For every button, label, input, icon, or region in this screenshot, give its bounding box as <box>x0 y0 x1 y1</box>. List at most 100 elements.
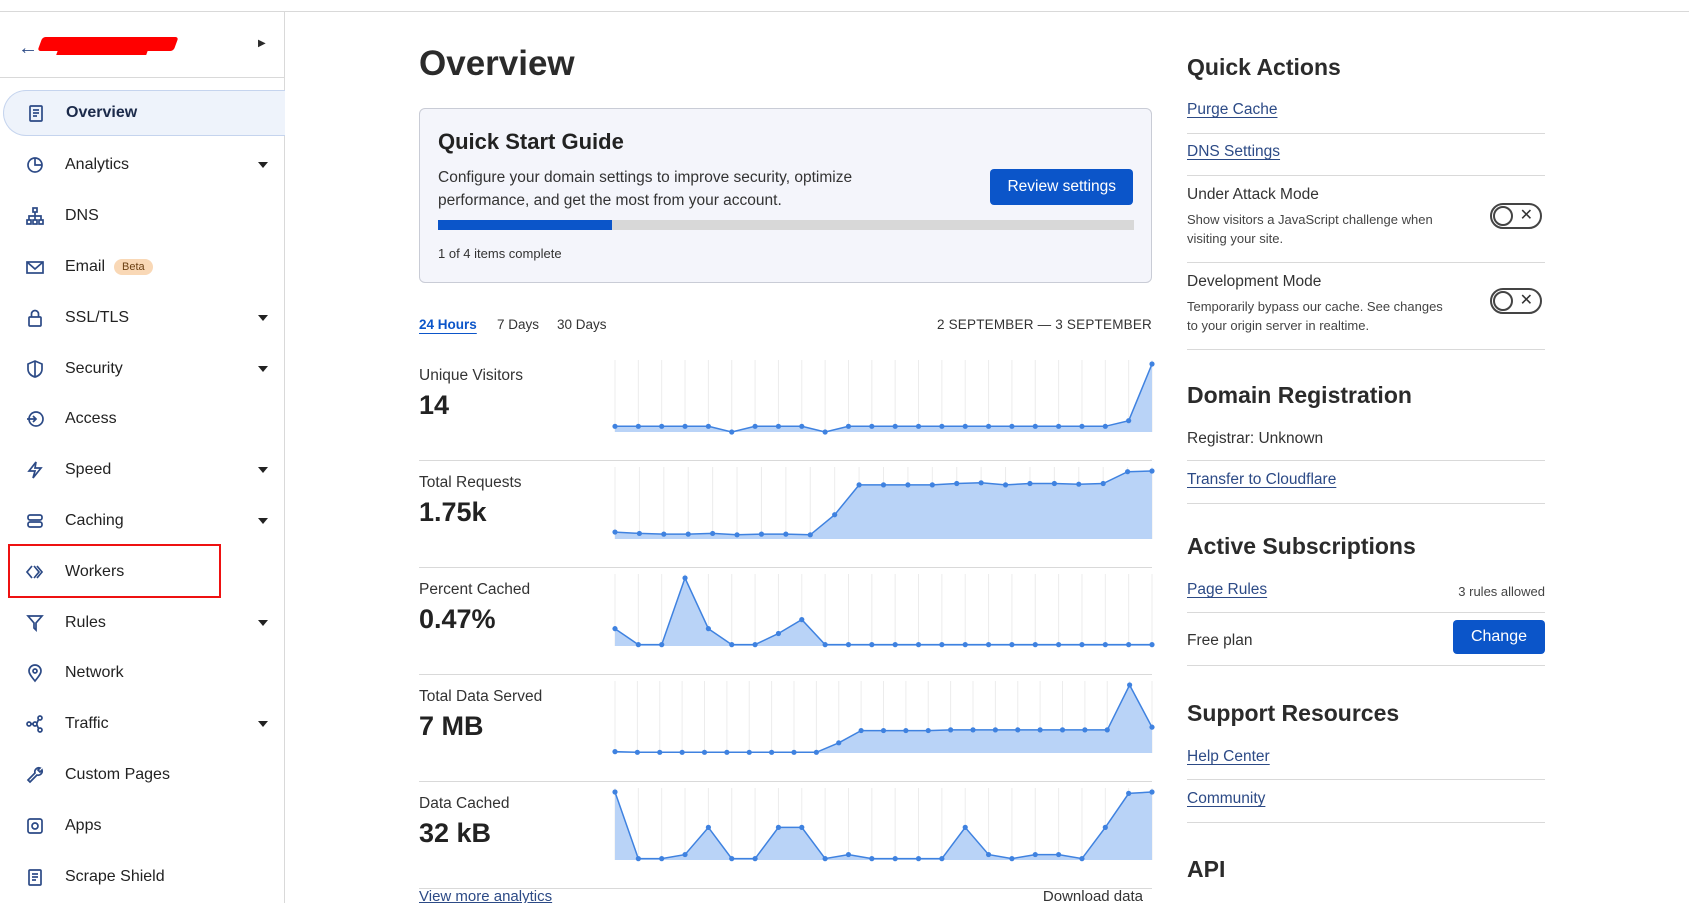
plan-row: Free plan Change <box>1187 620 1545 666</box>
data-point <box>769 749 775 755</box>
review-settings-button[interactable]: Review settings <box>990 169 1133 205</box>
data-point <box>813 749 819 755</box>
sidebar-item-ssl-tls[interactable]: SSL/TLS <box>0 292 284 343</box>
storage-icon <box>24 510 46 532</box>
chevron-down-icon[interactable] <box>258 365 268 372</box>
data-point <box>729 856 735 862</box>
sidebar-item-custom-pages[interactable]: Custom Pages <box>0 750 284 801</box>
sidebar-item-access[interactable]: Access <box>0 394 284 445</box>
chevron-down-icon[interactable] <box>258 162 268 169</box>
data-point <box>1056 423 1062 429</box>
data-point <box>1126 642 1132 648</box>
data-point <box>799 423 805 429</box>
quick-start-title: Quick Start Guide <box>438 129 624 154</box>
sidebar-item-workers[interactable]: Workers <box>0 546 284 597</box>
toggle-knob <box>1493 291 1513 311</box>
chevron-down-icon[interactable] <box>258 467 268 474</box>
envelope-icon <box>24 256 46 278</box>
data-point <box>1102 642 1108 648</box>
data-point <box>1126 418 1132 424</box>
under-attack-row: Under Attack Mode Show visitors a JavaSc… <box>1187 186 1545 263</box>
data-point <box>705 423 711 429</box>
data-point <box>783 531 789 537</box>
data-point <box>962 824 968 830</box>
lightning-icon <box>24 459 46 481</box>
data-point <box>705 824 711 830</box>
page-rules-link[interactable]: Page Rules <box>1187 581 1267 598</box>
data-point <box>710 530 716 537</box>
tab-7-days[interactable]: 7 Days <box>497 317 539 332</box>
sidebar: ← ▶ Overview Analytics DNS Email Beta SSL/TLS… <box>0 12 285 903</box>
data-point <box>659 423 665 429</box>
sidebar-item-overview[interactable]: Overview <box>3 90 285 136</box>
document-icon <box>24 866 46 888</box>
change-plan-button[interactable]: Change <box>1452 620 1545 654</box>
dev-mode-toggle[interactable]: ✕ <box>1490 288 1542 314</box>
data-point <box>791 749 797 755</box>
sidebar-item-dns[interactable]: DNS <box>0 191 284 242</box>
view-more-analytics-link[interactable]: View more analytics <box>419 888 552 903</box>
data-point <box>1076 481 1082 487</box>
sidebar-item-scrape-shield[interactable]: Scrape Shield <box>0 851 284 902</box>
dev-mode-row: Development Mode Temporarily bypass our … <box>1187 273 1545 350</box>
chevron-down-icon[interactable] <box>258 517 268 524</box>
data-point <box>682 423 688 429</box>
tab-30-days[interactable]: 30 Days <box>557 317 607 332</box>
data-point <box>1037 727 1043 733</box>
data-point <box>746 749 752 755</box>
sparkline-chart <box>612 788 1155 862</box>
sidebar-item-label: Overview <box>66 104 138 121</box>
location-pin-icon <box>24 662 46 684</box>
dns-settings-link[interactable]: DNS Settings <box>1187 143 1280 160</box>
data-point <box>636 530 643 537</box>
data-point <box>1149 361 1155 367</box>
data-point <box>1082 727 1088 733</box>
help-center-row: Help Center <box>1187 748 1545 780</box>
chevron-down-icon[interactable] <box>258 619 268 626</box>
data-point <box>729 642 735 648</box>
caret-right-icon[interactable]: ▶ <box>258 38 266 49</box>
data-point <box>682 575 688 581</box>
data-point <box>905 482 911 488</box>
data-point <box>1079 642 1085 648</box>
tab-24-hours[interactable]: 24 Hours <box>419 317 477 332</box>
data-point <box>903 727 909 734</box>
data-point <box>836 740 842 746</box>
data-point <box>1027 480 1033 487</box>
data-point <box>752 856 758 862</box>
sidebar-item-rules[interactable]: Rules <box>0 597 284 648</box>
community-link[interactable]: Community <box>1187 790 1265 807</box>
chevron-down-icon[interactable] <box>258 314 268 321</box>
sidebar-item-email[interactable]: Email Beta <box>0 242 284 293</box>
help-center-link[interactable]: Help Center <box>1187 748 1270 765</box>
chevron-down-icon[interactable] <box>258 721 268 728</box>
share-nodes-icon <box>24 713 46 735</box>
sidebar-item-network[interactable]: Network <box>0 648 284 699</box>
data-point <box>724 749 730 755</box>
data-point <box>985 642 992 648</box>
metric-row: Data Cached 32 kB <box>419 782 1155 889</box>
data-point <box>1149 724 1155 730</box>
data-point <box>635 423 641 429</box>
data-point <box>612 626 618 632</box>
purge-cache-link[interactable]: Purge Cache <box>1187 101 1277 118</box>
transfer-row: Transfer to Cloudflare <box>1187 471 1545 504</box>
sidebar-item-security[interactable]: Security <box>0 343 284 394</box>
data-point <box>915 642 922 648</box>
data-point <box>845 423 852 429</box>
sidebar-item-analytics[interactable]: Analytics <box>0 140 284 191</box>
page-rules-row: Page Rules 3 rules allowed <box>1187 581 1545 613</box>
download-data-link[interactable]: Download data <box>1043 888 1143 903</box>
back-arrow-icon[interactable]: ← <box>18 37 38 60</box>
sidebar-item-speed[interactable]: Speed <box>0 445 284 496</box>
under-attack-toggle[interactable]: ✕ <box>1490 203 1542 229</box>
data-point <box>929 482 935 488</box>
sidebar-item-traffic[interactable]: Traffic <box>0 699 284 750</box>
data-point <box>659 856 665 862</box>
data-point <box>1100 480 1106 487</box>
sidebar-item-label: Access <box>65 410 117 428</box>
sidebar-item-apps[interactable]: Apps <box>0 800 284 851</box>
transfer-link[interactable]: Transfer to Cloudflare <box>1187 471 1336 488</box>
data-point <box>869 856 875 862</box>
sidebar-item-caching[interactable]: Caching <box>0 496 284 547</box>
